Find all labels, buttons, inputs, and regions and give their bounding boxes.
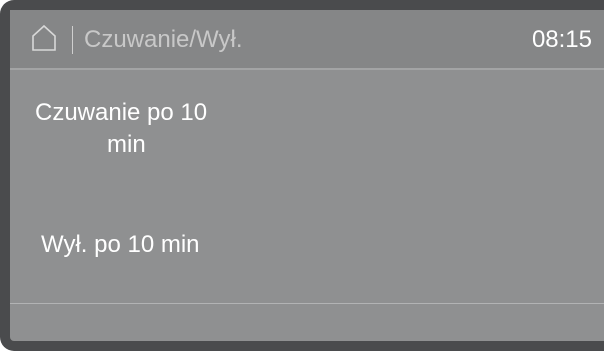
option-standby-after[interactable]: Czuwanie po 10 min <box>35 97 265 161</box>
option-standby-label-line1: Czuwanie po 10 <box>35 99 208 126</box>
header-bar: Czuwanie/Wył. 08:15 <box>10 10 604 70</box>
option-off-after[interactable]: Wył. po 10 min <box>41 231 200 259</box>
clock-time: 08:15 <box>531 26 592 53</box>
header-divider <box>72 26 73 54</box>
option-standby-label-line2: min <box>107 131 146 158</box>
page-title: Czuwanie/Wył. <box>84 26 243 53</box>
bottom-divider <box>10 303 604 304</box>
home-icon[interactable] <box>30 23 58 53</box>
